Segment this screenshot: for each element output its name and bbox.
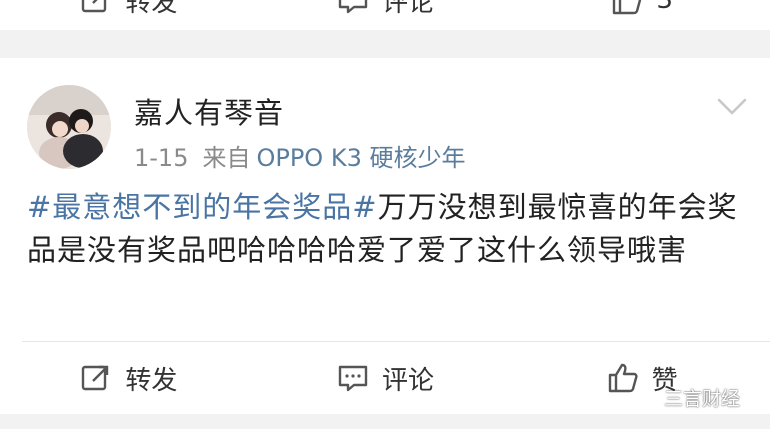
username[interactable]: 嘉人有琴音: [134, 90, 284, 132]
topic-hashtag-link[interactable]: #最意想不到的年会奖品#: [27, 190, 378, 224]
previous-like-button[interactable]: 3: [513, 0, 770, 17]
avatar[interactable]: [27, 85, 111, 169]
thumbs-up-icon: [613, 0, 642, 15]
repost-icon: [82, 365, 109, 391]
repost-label: 转发: [125, 365, 178, 396]
source-prefix: 来自: [202, 144, 251, 172]
avatar-photo-icon: [27, 85, 111, 169]
like-count: 3: [656, 0, 673, 15]
repost-label: 转发: [125, 0, 178, 18]
comment-icon: [338, 0, 368, 14]
post-content: #最意想不到的年会奖品#万万没想到最惊喜的年会奖品是没有奖品吧哈哈哈哈爱了爱了这…: [27, 186, 747, 272]
previous-repost-button[interactable]: 转发: [0, 0, 257, 19]
divider: [22, 341, 770, 342]
post-card: 嘉人有琴音 1-15 来自 OPPO K3 硬核少年 #最意想不到的年会奖品#万万没…: [0, 58, 770, 414]
repost-button[interactable]: 转发: [0, 360, 257, 397]
post-meta: 1-15 来自 OPPO K3 硬核少年: [134, 138, 465, 173]
source-device[interactable]: OPPO K3 硬核少年: [256, 144, 465, 172]
wechat-icon: [632, 387, 658, 408]
comment-button[interactable]: 评论: [257, 360, 514, 397]
watermark: 三言财经: [632, 384, 740, 411]
previous-post-card: 转发 评论 3: [0, 0, 770, 30]
post-date: 1-15: [134, 144, 189, 172]
comment-icon: [338, 365, 368, 392]
previous-comment-button[interactable]: 评论: [257, 0, 514, 19]
comment-label: 评论: [382, 0, 435, 18]
repost-icon: [82, 0, 107, 13]
previous-post-action-bar: 转发 评论 3: [0, 0, 770, 30]
watermark-text: 三言财经: [664, 388, 741, 410]
comment-label: 评论: [382, 365, 435, 396]
chevron-down-icon[interactable]: [716, 94, 748, 118]
